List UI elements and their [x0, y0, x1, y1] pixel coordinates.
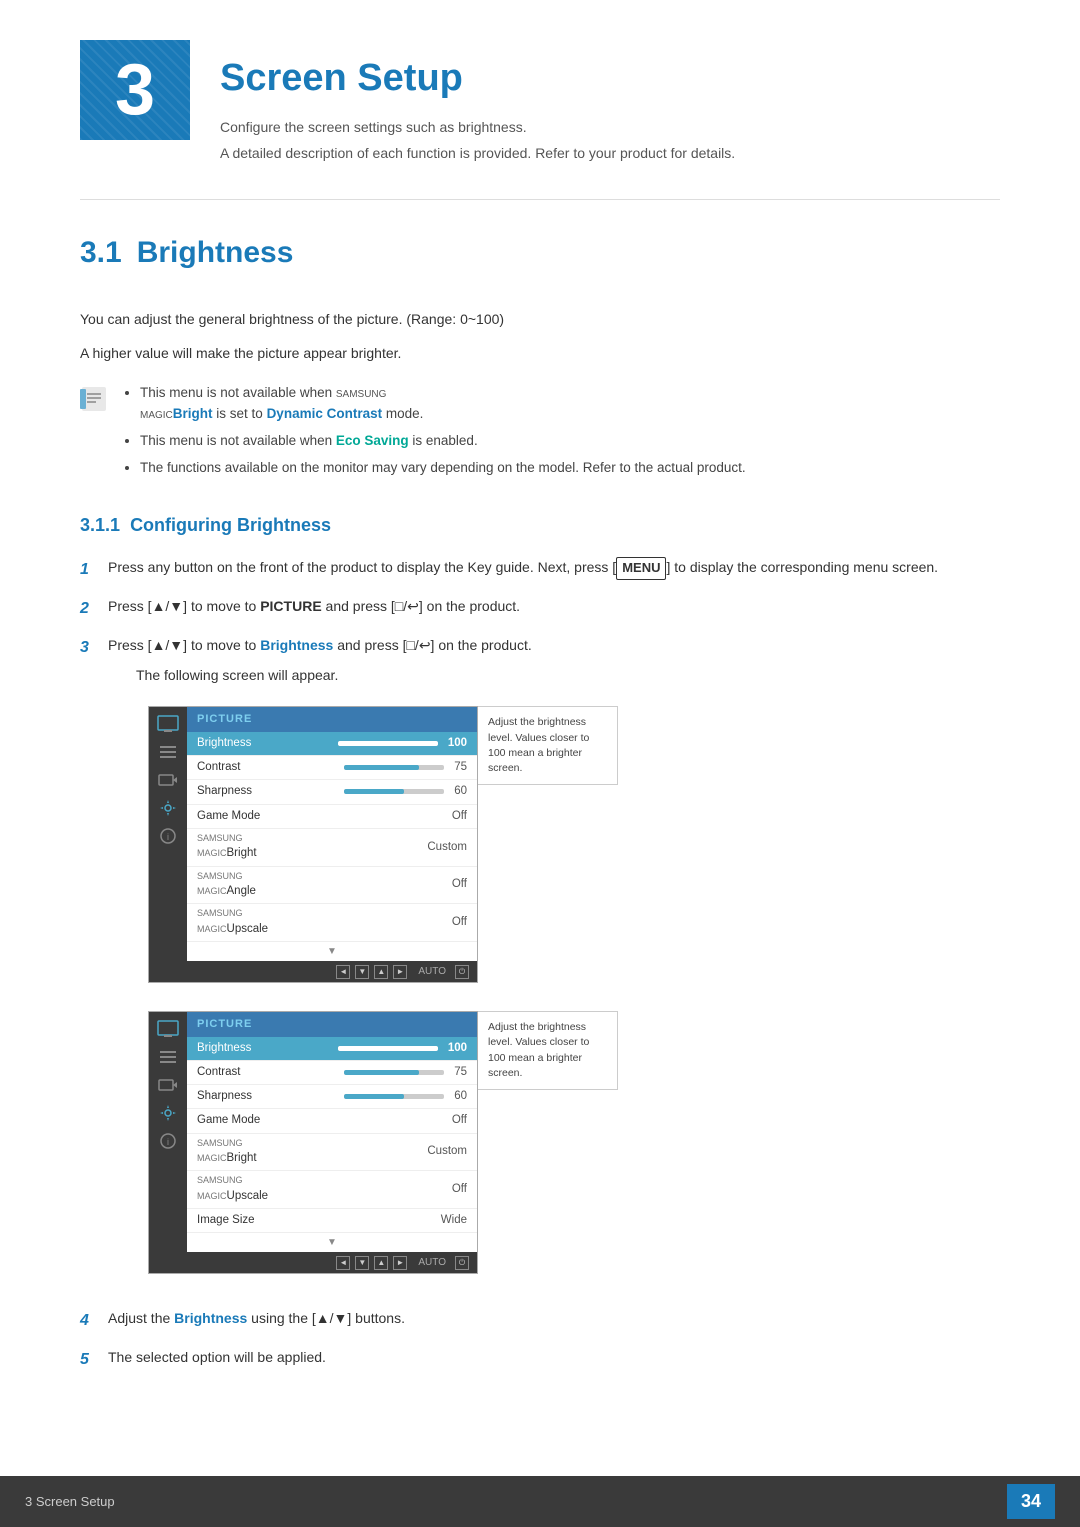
step-2-text: Press [▲/▼] to move to PICTURE and press… — [108, 596, 520, 618]
step-3: 3 Press [▲/▼] to move to Brightness and … — [80, 635, 1000, 1294]
sidebar-gear-icon-2 — [157, 1104, 179, 1122]
chapter-number: 3 — [80, 40, 190, 140]
step-3-text: Press [▲/▼] to move to Brightness and pr… — [108, 637, 532, 653]
contrast-row-1: Contrast 75 — [187, 756, 477, 780]
step-1-text: Press any button on the front of the pro… — [108, 557, 938, 579]
brightness-desc1: You can adjust the general brightness of… — [80, 308, 1000, 330]
step-2: 2 Press [▲/▼] to move to PICTURE and pre… — [80, 596, 1000, 621]
footer-auto-label: AUTO — [418, 964, 446, 979]
footer-power-icon: ⏻ — [455, 965, 469, 979]
footer-right-btn-2: ► — [393, 1256, 407, 1270]
sidebar-menu-icon-2 — [157, 1048, 179, 1066]
step-4: 4 Adjust the Brightness using the [▲/▼] … — [80, 1308, 1000, 1333]
sidebar-menu-icon — [157, 743, 179, 761]
brightness-desc2: A higher value will make the picture app… — [80, 342, 1000, 364]
steps-list: 1 Press any button on the front of the p… — [80, 557, 1000, 1372]
step-3-sub: The following screen will appear. — [136, 664, 618, 686]
chapter-header: 3 Screen Setup Configure the screen sett… — [80, 40, 1000, 169]
gamemode-row-2: Game Mode Off — [187, 1109, 477, 1133]
sidebar-gear-icon — [157, 799, 179, 817]
section-31-title: 3.1Brightness — [80, 230, 1000, 283]
menu-header-1: PICTURE — [187, 707, 477, 732]
footer-left-text: 3 Screen Setup — [25, 1492, 115, 1512]
step-4-num: 4 — [80, 1308, 98, 1333]
monitor-ui-1: i PICTURE Brightness — [148, 706, 478, 983]
note-list: This menu is not available when SAMSUNGM… — [122, 383, 746, 485]
magicangle-row-1: SAMSUNG MAGICAngle Off — [187, 867, 477, 905]
magicupscale-row-2: SAMSUNG MAGICUpscale Off — [187, 1171, 477, 1209]
sidebar-input-icon-2 — [157, 1076, 179, 1094]
monitor-screen-1: i PICTURE Brightness — [148, 706, 618, 983]
footer-up-btn: ▲ — [374, 965, 388, 979]
svg-text:i: i — [167, 832, 169, 842]
brightness-row-1: Brightness 100 — [187, 732, 477, 756]
menu-header-2: PICTURE — [187, 1012, 477, 1037]
monitor-note-1: Adjust the brightness level. Values clos… — [478, 706, 618, 785]
menu-footer-2: ◄ ▼ ▲ ► AUTO ⏻ — [187, 1252, 477, 1273]
gamemode-row-1: Game Mode Off — [187, 805, 477, 829]
footer-down-btn: ▼ — [355, 965, 369, 979]
monitor-note-2: Adjust the brightness level. Values clos… — [478, 1011, 618, 1090]
step-4-text: Adjust the Brightness using the [▲/▼] bu… — [108, 1308, 405, 1330]
footer-left-btn-2: ◄ — [336, 1256, 350, 1270]
step-3-num: 3 — [80, 635, 98, 660]
footer-right-btn: ► — [393, 965, 407, 979]
step-2-num: 2 — [80, 596, 98, 621]
monitor-content-2: PICTURE Brightness 100 Contrast — [187, 1012, 477, 1273]
step-5: 5 The selected option will be applied. — [80, 1347, 1000, 1372]
note-item-1: This menu is not available when SAMSUNGM… — [140, 383, 746, 425]
note-icon — [80, 385, 108, 413]
page-number: 34 — [1021, 1491, 1041, 1511]
footer-power-icon-2: ⏻ — [455, 1256, 469, 1270]
section-311-title: 3.1.1 Configuring Brightness — [80, 512, 1000, 539]
magicbright-row-1: SAMSUNG MAGICBright Custom — [187, 829, 477, 867]
sidebar-info-icon: i — [157, 827, 179, 845]
monitor-content-1: PICTURE Brightness 100 — [187, 707, 477, 982]
chapter-subtitle2: A detailed description of each function … — [220, 143, 735, 164]
sidebar-info-icon-2: i — [157, 1132, 179, 1150]
monitor-sidebar-2: i — [149, 1012, 187, 1273]
contrast-row-2: Contrast 75 — [187, 1061, 477, 1085]
note-item-3: The functions available on the monitor m… — [140, 458, 746, 479]
bottom-bar: 3 Screen Setup 34 — [0, 1476, 1080, 1527]
note-box: This menu is not available when SAMSUNGM… — [80, 383, 1000, 485]
step-1: 1 Press any button on the front of the p… — [80, 557, 1000, 582]
sidebar-tv-icon-2 — [157, 1020, 179, 1038]
menu-arrow-1: ▼ — [187, 942, 477, 961]
imagesize-row-2: Image Size Wide — [187, 1209, 477, 1233]
magicupscale-row-1: SAMSUNG MAGICUpscale Off — [187, 904, 477, 942]
monitor-sidebar-1: i — [149, 707, 187, 982]
magicbright-row-2: SAMSUNG MAGICBright Custom — [187, 1134, 477, 1172]
chapter-title-block: Screen Setup Configure the screen settin… — [220, 40, 735, 169]
menu-arrow-2: ▼ — [187, 1233, 477, 1252]
chapter-title: Screen Setup — [220, 50, 735, 107]
page-number-badge: 34 — [1007, 1484, 1055, 1519]
sharpness-row-2: Sharpness 60 — [187, 1085, 477, 1109]
page-container: 3 Screen Setup Configure the screen sett… — [0, 0, 1080, 1466]
menu-footer-1: ◄ ▼ ▲ ► AUTO ⏻ — [187, 961, 477, 982]
step-1-num: 1 — [80, 557, 98, 582]
footer-left-btn: ◄ — [336, 965, 350, 979]
monitor-screen-2: i PICTURE Brightness 10 — [148, 1011, 618, 1274]
footer-up-btn-2: ▲ — [374, 1256, 388, 1270]
footer-auto-label-2: AUTO — [418, 1255, 446, 1270]
svg-text:i: i — [167, 1137, 169, 1147]
chapter-subtitle1: Configure the screen settings such as br… — [220, 117, 735, 138]
brightness-row-2: Brightness 100 — [187, 1037, 477, 1061]
sidebar-tv-icon — [157, 715, 179, 733]
sharpness-row-1: Sharpness 60 — [187, 780, 477, 804]
screens-container: i PICTURE Brightness — [148, 706, 618, 1274]
footer-down-btn-2: ▼ — [355, 1256, 369, 1270]
section-divider — [80, 199, 1000, 200]
note-item-2: This menu is not available when Eco Savi… — [140, 431, 746, 452]
step-5-num: 5 — [80, 1347, 98, 1372]
chapter-number-text: 3 — [115, 36, 155, 144]
sidebar-input-icon — [157, 771, 179, 789]
monitor-ui-2: i PICTURE Brightness 10 — [148, 1011, 478, 1274]
step-5-text: The selected option will be applied. — [108, 1347, 326, 1369]
